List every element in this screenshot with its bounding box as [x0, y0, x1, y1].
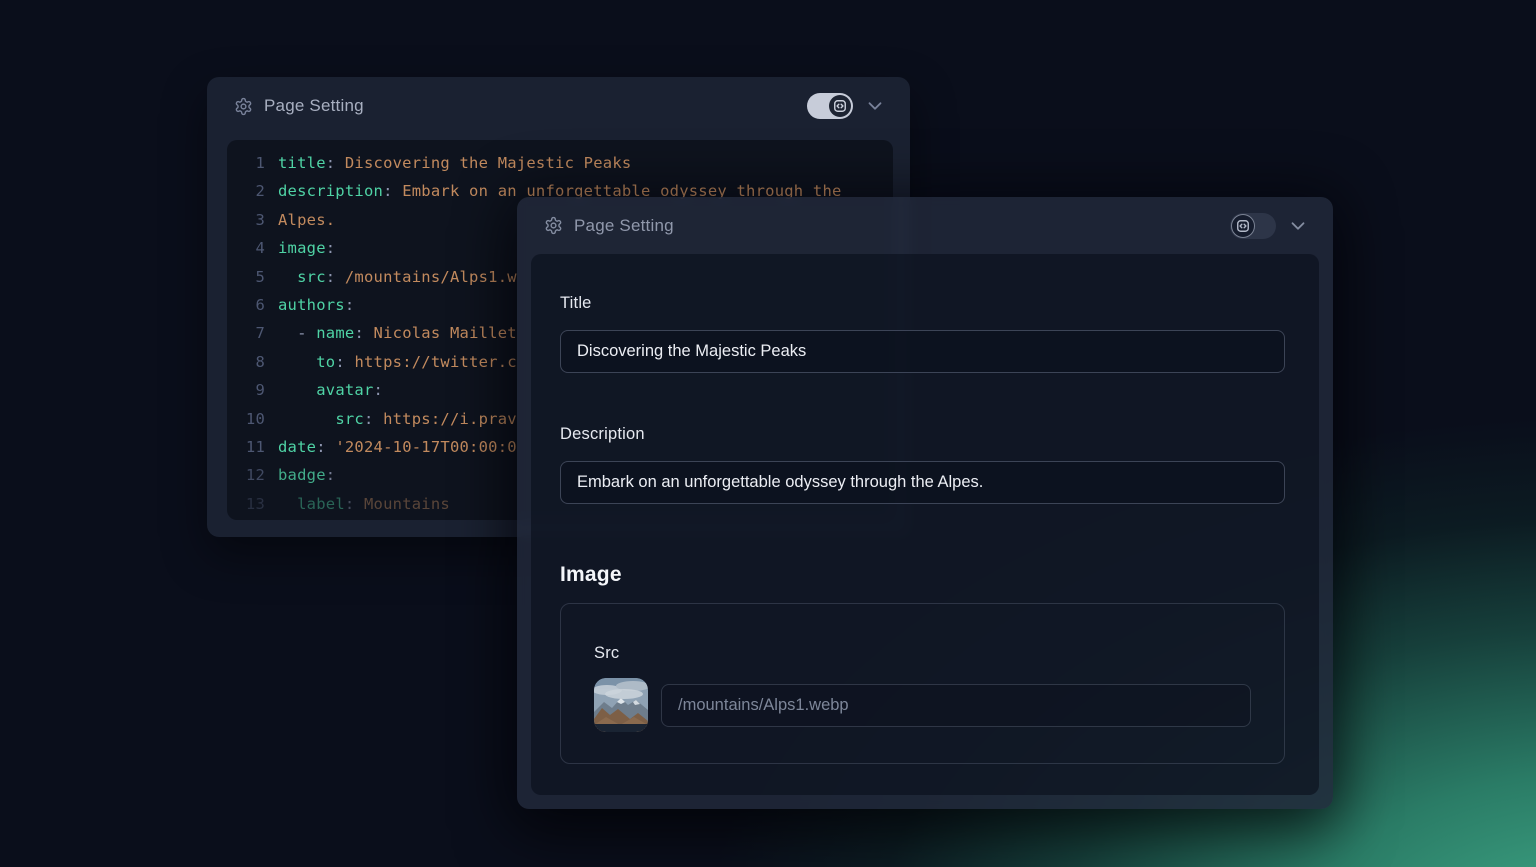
line-number: 11	[241, 433, 265, 461]
gear-icon	[234, 97, 253, 116]
image-section-card: Src	[560, 603, 1285, 764]
code-text: authors:	[278, 291, 354, 319]
image-src-input[interactable]	[661, 684, 1251, 727]
code-text: label: Mountains	[278, 490, 450, 518]
title-input[interactable]	[560, 330, 1285, 373]
gear-icon	[544, 216, 563, 235]
code-square-icon	[833, 99, 847, 113]
src-row	[594, 678, 1284, 732]
line-number: 5	[241, 263, 265, 291]
toggle-knob	[1232, 215, 1254, 237]
code-text: avatar:	[278, 376, 383, 404]
panel-title: Page Setting	[574, 216, 674, 236]
line-number: 7	[241, 319, 265, 347]
description-label: Description	[560, 425, 1285, 444]
line-number: 6	[241, 291, 265, 319]
code-text: date: '2024-10-17T00:00:0	[278, 433, 517, 461]
code-text: to: https://twitter.c	[278, 348, 517, 376]
image-thumbnail	[594, 678, 648, 732]
code-view-toggle[interactable]	[1230, 213, 1276, 239]
line-number: 13	[241, 490, 265, 518]
line-number: 1	[241, 149, 265, 177]
description-input[interactable]	[560, 461, 1285, 504]
toggle-knob	[829, 95, 851, 117]
code-text: badge:	[278, 461, 335, 489]
code-square-icon	[1236, 219, 1250, 233]
line-number: 4	[241, 234, 265, 262]
src-label: Src	[594, 644, 1284, 663]
code-line: 1 title: Discovering the Majestic Peaks	[241, 149, 885, 177]
line-number: 8	[241, 348, 265, 376]
line-number: 10	[241, 405, 265, 433]
chevron-down-icon[interactable]	[1287, 215, 1309, 237]
line-number: 2	[241, 177, 265, 205]
code-panel-header: Page Setting	[207, 77, 910, 135]
form-body-card: Title Description Image Src	[531, 254, 1319, 795]
code-text: src: https://i.prav	[278, 405, 517, 433]
image-section-heading: Image	[560, 563, 1285, 587]
code-text: Alpes.	[278, 206, 335, 234]
code-text: title: Discovering the Majestic Peaks	[278, 149, 631, 177]
code-text: src: /mountains/Alps1.w	[278, 263, 517, 291]
panel-title: Page Setting	[264, 96, 364, 116]
line-number: 12	[241, 461, 265, 489]
form-settings-panel: Page Setting Title Description Image Src	[517, 197, 1333, 809]
code-text: image:	[278, 234, 335, 262]
code-view-toggle[interactable]	[807, 93, 853, 119]
form-panel-header: Page Setting	[517, 197, 1333, 254]
chevron-down-icon[interactable]	[864, 95, 886, 117]
line-number: 9	[241, 376, 265, 404]
line-number: 3	[241, 206, 265, 234]
code-text: - name: Nicolas Maillet	[278, 319, 517, 347]
title-label: Title	[560, 294, 1285, 313]
